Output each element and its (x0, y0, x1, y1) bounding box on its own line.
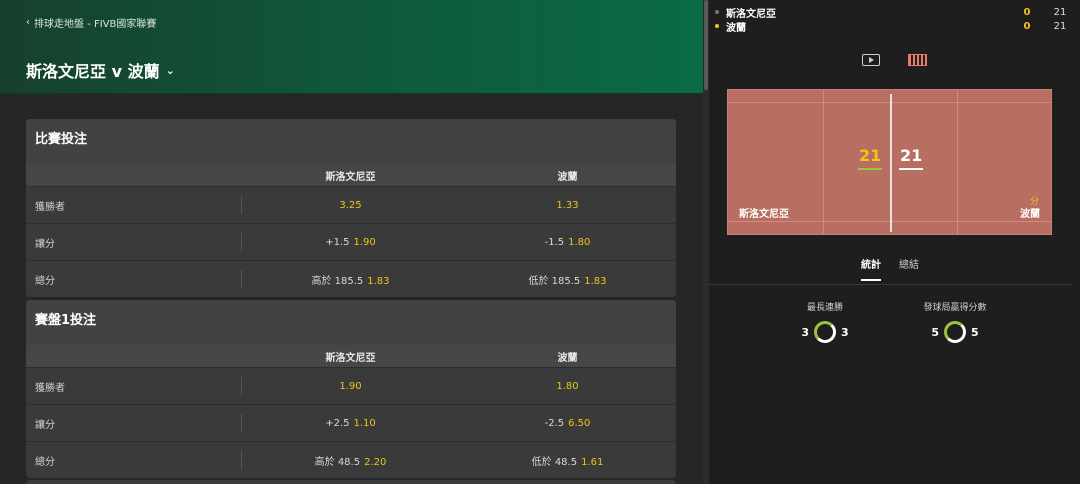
tracker-tabs: 統計 總結 (709, 256, 1080, 284)
volleyball-court: 21 21 斯洛文尼亞 分 波蘭 (727, 89, 1052, 235)
row-label: 讓分 (35, 238, 55, 250)
stat-longest-streak: 最長連勝 3 3 (765, 300, 885, 343)
market-row: 讓分 +2.5 1.10 -2.5 6.50 (26, 404, 676, 441)
page-title: 斯洛文尼亞 v 波蘭 (26, 62, 160, 81)
sets-score: 0 (1023, 20, 1031, 32)
odds-value: 1.80 (568, 236, 591, 248)
market-card-match: 比賽投注 斯洛文尼亞 波蘭 獲勝者 3.25 1.33 讓分 +1.5 1.90 … (26, 119, 676, 297)
court-score-left: 21 (859, 146, 882, 165)
odds-line: +2.5 (325, 417, 350, 429)
column-team2: 波蘭 (557, 352, 578, 364)
stat-label: 發球局贏得分數 (923, 303, 987, 313)
stat-right: 5 (971, 325, 979, 339)
odds-button[interactable]: 低於 185.5 1.83 (459, 272, 676, 287)
court-net (890, 94, 892, 232)
scoreboard-row-team1: 斯洛文尼亞 0 21 (709, 5, 1080, 20)
market-title: 比賽投注 (26, 119, 676, 164)
court-score-right: 21 (900, 146, 923, 165)
odds-value: 1.80 (556, 380, 579, 392)
odds-value: 6.50 (568, 417, 591, 429)
market-row: 獲勝者 3.25 1.33 (26, 186, 676, 223)
odds-line: 高於 185.5 (311, 275, 364, 287)
stat-ring-icon (944, 321, 966, 343)
court-team-right: 波蘭 (1020, 209, 1040, 220)
tab-stats[interactable]: 統計 (861, 256, 881, 281)
column-team1: 斯洛文尼亞 (325, 352, 376, 364)
market-card-next (26, 480, 676, 484)
stat-right: 3 (841, 325, 849, 339)
odds-button[interactable]: 1.80 (459, 381, 676, 392)
chevron-down-icon: ⌄ (165, 63, 175, 77)
row-label: 總分 (35, 275, 55, 287)
column-team1: 斯洛文尼亞 (325, 171, 376, 183)
media-switch (709, 54, 1080, 66)
stat-serve-points: 發球局贏得分數 5 5 (895, 300, 1015, 343)
play-icon[interactable] (862, 54, 880, 66)
market-header-row: 斯洛文尼亞 波蘭 (26, 164, 676, 186)
market-row: 總分 高於 185.5 1.83 低於 185.5 1.83 (26, 260, 676, 297)
odds-value: 1.83 (584, 275, 607, 287)
court-icon[interactable] (908, 54, 927, 66)
scoreboard: 斯洛文尼亞 0 21 波蘭 0 21 (709, 5, 1080, 34)
odds-button[interactable]: -1.5 1.80 (459, 237, 676, 248)
odds-line: -2.5 (544, 417, 565, 429)
market-card-set1: 賽盤1投注 斯洛文尼亞 波蘭 獲勝者 1.90 1.80 讓分 +2.5 1.10… (26, 300, 676, 478)
odds-value: 2.20 (364, 456, 387, 468)
odds-value: 1.61 (581, 456, 604, 468)
odds-line: 低於 185.5 (528, 275, 581, 287)
odds-button[interactable]: +2.5 1.10 (242, 418, 459, 429)
odds-value: 1.90 (353, 236, 376, 248)
odds-value: 1.33 (556, 199, 579, 211)
court-team-left: 斯洛文尼亞 (739, 209, 789, 220)
live-tracker-pane: 斯洛文尼亞 0 21 波蘭 0 21 21 21 斯洛文尼亞 分 波蘭 統計 總… (709, 0, 1080, 484)
serve-indicator-icon (715, 24, 719, 28)
breadcrumb-label: 排球走地盤 - FIVB國家聯賽 (34, 19, 157, 30)
scoreboard-row-team2: 波蘭 0 21 (709, 19, 1080, 34)
market-row: 總分 高於 48.5 2.20 低於 48.5 1.61 (26, 441, 676, 478)
markets-pane: ‹ 排球走地盤 - FIVB國家聯賽 斯洛文尼亞 v 波蘭 ⌄ 比賽投注 斯洛文… (0, 0, 703, 484)
points-score: 21 (1053, 6, 1067, 18)
row-label: 獲勝者 (35, 382, 65, 394)
points-score: 21 (1053, 20, 1067, 32)
match-title-dropdown[interactable]: 斯洛文尼亞 v 波蘭 ⌄ (26, 58, 175, 82)
chevron-left-icon: ‹ (26, 17, 30, 28)
odds-value: 1.83 (367, 275, 390, 287)
breadcrumb[interactable]: ‹ 排球走地盤 - FIVB國家聯賽 (26, 15, 156, 30)
odds-button[interactable]: 1.33 (459, 200, 676, 211)
odds-button[interactable]: 高於 185.5 1.83 (242, 272, 459, 287)
odds-line: +1.5 (325, 236, 350, 248)
stat-ring-icon (814, 321, 836, 343)
market-title: 賽盤1投注 (26, 300, 676, 345)
stat-left: 3 (801, 325, 809, 339)
match-header: ‹ 排球走地盤 - FIVB國家聯賽 斯洛文尼亞 v 波蘭 ⌄ (0, 0, 703, 94)
odds-line: 低於 48.5 (531, 456, 578, 468)
column-team2: 波蘭 (557, 171, 578, 183)
tab-summary[interactable]: 總結 (899, 256, 919, 279)
row-label: 總分 (35, 456, 55, 468)
odds-value: 1.10 (353, 417, 376, 429)
row-label: 讓分 (35, 419, 55, 431)
stat-label: 最長連勝 (806, 303, 843, 313)
odds-line: -1.5 (544, 236, 565, 248)
team-name: 斯洛文尼亞 (726, 8, 776, 20)
market-row: 獲勝者 1.90 1.80 (26, 367, 676, 404)
odds-button[interactable]: 高於 48.5 2.20 (242, 453, 459, 468)
odds-line: 高於 48.5 (314, 456, 361, 468)
team-name: 波蘭 (726, 22, 746, 34)
odds-button[interactable]: +1.5 1.90 (242, 237, 459, 248)
row-label: 獲勝者 (35, 201, 65, 213)
stat-left: 5 (931, 325, 939, 339)
sets-score: 0 (1023, 6, 1031, 18)
odds-button[interactable]: 低於 48.5 1.61 (459, 453, 676, 468)
odds-button[interactable]: -2.5 6.50 (459, 418, 676, 429)
odds-button[interactable]: 3.25 (242, 200, 459, 211)
serve-indicator-icon (715, 10, 719, 14)
odds-button[interactable]: 1.90 (242, 381, 459, 392)
market-header-row: 斯洛文尼亞 波蘭 (26, 345, 676, 367)
market-row: 讓分 +1.5 1.90 -1.5 1.80 (26, 223, 676, 260)
odds-value: 3.25 (339, 199, 362, 211)
odds-value: 1.90 (339, 380, 362, 392)
